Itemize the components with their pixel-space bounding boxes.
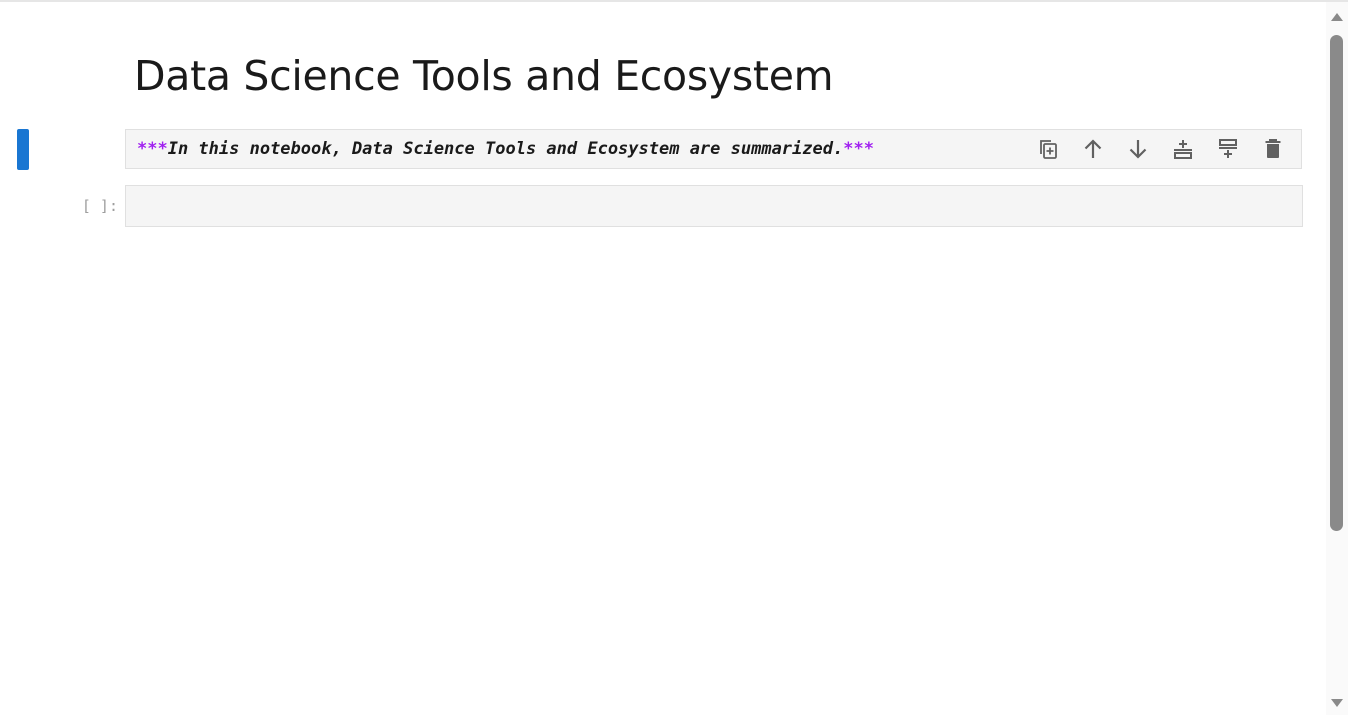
scroll-up-icon[interactable] bbox=[1329, 10, 1345, 24]
page-title: Data Science Tools and Ecosystem bbox=[134, 52, 834, 100]
insert-below-icon bbox=[1219, 139, 1237, 158]
move-up-button[interactable] bbox=[1077, 133, 1109, 165]
heading-cell[interactable]: Data Science Tools and Ecosystem bbox=[134, 46, 1234, 106]
move-down-button[interactable] bbox=[1122, 133, 1154, 165]
notebook-panel: Data Science Tools and Ecosystem ***In t… bbox=[0, 2, 1326, 715]
scroll-down-icon[interactable] bbox=[1329, 696, 1345, 710]
markdown-source[interactable]: ***In this notebook, Data Science Tools … bbox=[137, 130, 874, 168]
insert-above-icon bbox=[1174, 140, 1192, 159]
cell-toolbar bbox=[1032, 130, 1289, 168]
code-cell-input[interactable] bbox=[125, 185, 1303, 227]
markdown-emphasis-close: *** bbox=[843, 139, 874, 159]
delete-cell-button[interactable] bbox=[1257, 133, 1289, 165]
insert-above-button[interactable] bbox=[1167, 133, 1199, 165]
markdown-text: In this notebook, Data Science Tools and… bbox=[167, 139, 844, 159]
active-cell-indicator bbox=[17, 129, 29, 170]
duplicate-icon bbox=[1040, 140, 1057, 159]
markdown-cell[interactable]: ***In this notebook, Data Science Tools … bbox=[125, 129, 1302, 169]
markdown-emphasis-open: *** bbox=[137, 139, 168, 159]
delete-icon bbox=[1265, 139, 1281, 158]
insert-below-button[interactable] bbox=[1212, 133, 1244, 165]
move-up-icon bbox=[1084, 139, 1102, 158]
scrollbar-thumb[interactable] bbox=[1330, 35, 1343, 531]
duplicate-cell-button[interactable] bbox=[1032, 133, 1064, 165]
execution-prompt: [ ]: bbox=[81, 197, 118, 215]
move-down-icon bbox=[1129, 140, 1147, 159]
vertical-scrollbar[interactable] bbox=[1326, 2, 1348, 715]
